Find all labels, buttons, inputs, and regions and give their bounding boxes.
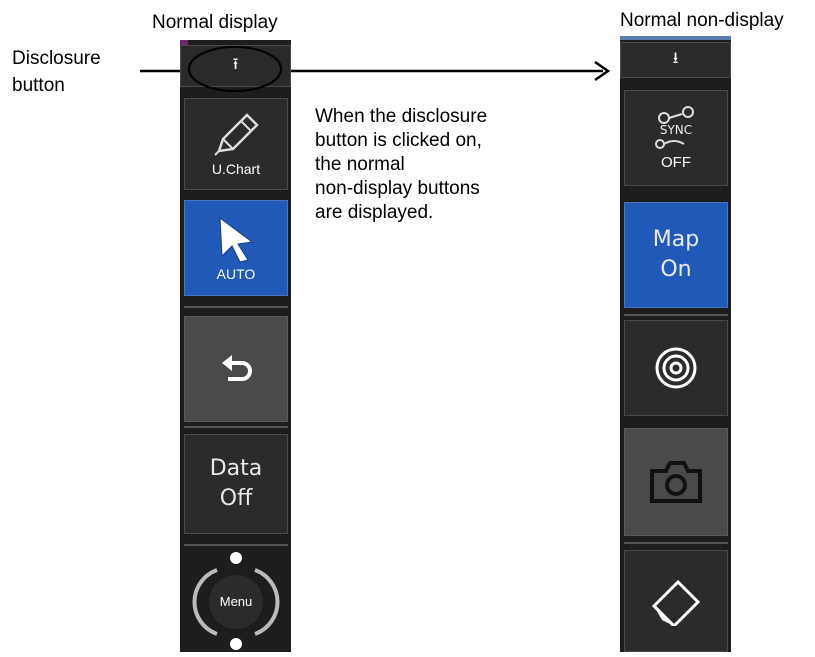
camera-icon <box>650 461 702 503</box>
note-line: When the disclosure <box>315 106 488 127</box>
undo-button[interactable] <box>184 316 288 422</box>
separator <box>184 426 288 428</box>
sync-icon: SYNC <box>655 105 694 149</box>
data-off-label-line2: Off <box>219 486 253 511</box>
eraser-button[interactable] <box>624 550 728 652</box>
separator <box>184 306 288 308</box>
menu-button[interactable]: Menu <box>184 550 288 652</box>
menu-label: Menu <box>219 594 253 609</box>
arrow-head <box>594 60 611 82</box>
separator <box>624 314 728 316</box>
left-toolbar-panel: ⭱ U.Chart AUTO Data Off Menu <box>180 40 291 652</box>
normal-non-display-label: Normal non-display <box>620 10 784 31</box>
map-on-label-line1: Map <box>652 227 700 252</box>
target-icon <box>655 347 697 389</box>
undo-icon <box>222 355 252 381</box>
map-on-label-line2: On <box>660 257 692 282</box>
explanation-note: When the disclosure button is clicked on… <box>315 106 487 224</box>
u-chart-label: U.Chart <box>211 161 261 177</box>
sync-label: SYNC <box>660 123 692 137</box>
separator <box>624 542 728 544</box>
target-button[interactable] <box>624 320 728 416</box>
top-strip <box>620 36 731 40</box>
sync-off-label: OFF <box>661 153 691 171</box>
disclosure-button-label-line2: button <box>12 75 65 96</box>
note-line: button is clicked on, <box>315 130 482 151</box>
expand-down-icon: ⭳ <box>672 49 679 67</box>
note-line: non-display buttons <box>315 178 480 199</box>
separator <box>184 544 288 546</box>
note-line: are displayed. <box>315 202 434 223</box>
cursor-arrow-icon <box>219 216 254 263</box>
data-off-button[interactable]: Data Off <box>184 434 288 534</box>
map-on-button[interactable]: Map On <box>624 202 728 308</box>
screenshot-button[interactable] <box>624 428 728 536</box>
u-chart-button[interactable]: U.Chart <box>184 98 288 190</box>
normal-display-label: Normal display <box>152 12 278 33</box>
data-off-label-line1: Data <box>209 456 263 481</box>
pencil-icon <box>214 113 259 156</box>
sync-off-button[interactable]: SYNC OFF <box>624 90 728 186</box>
disclosure-highlight-ellipse <box>188 46 282 92</box>
disclosure-button[interactable]: ⭳ <box>620 42 731 78</box>
eraser-icon <box>651 579 701 626</box>
auto-label: AUTO <box>216 266 256 282</box>
right-toolbar-panel: ⭳ SYNC OFF Map On <box>620 36 731 652</box>
disclosure-button-label-line1: Disclosure <box>12 48 101 69</box>
auto-button[interactable]: AUTO <box>184 200 288 296</box>
note-line: the normal <box>315 154 405 175</box>
